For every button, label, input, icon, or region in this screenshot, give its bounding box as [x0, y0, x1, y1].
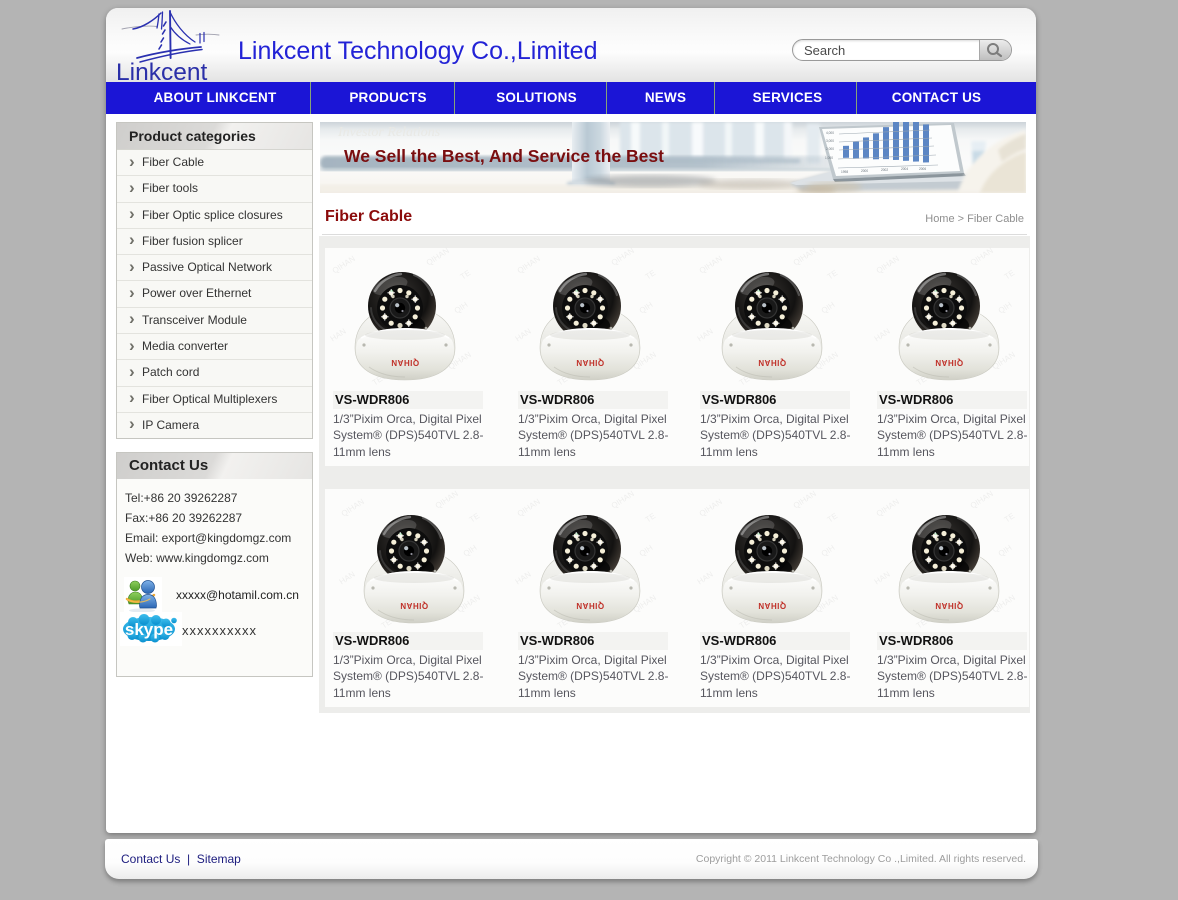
svg-text:2000: 2000 [861, 169, 868, 173]
svg-text:1998: 1998 [841, 170, 848, 174]
svg-text:1,000: 1,000 [825, 156, 833, 160]
svg-text:skype: skype [125, 620, 173, 639]
svg-text:3,000: 3,000 [826, 139, 834, 143]
svg-text:4,000: 4,000 [826, 131, 834, 135]
svg-text:2004: 2004 [901, 167, 908, 171]
svg-text:We Sell the Best, And Service: We Sell the Best, And Service the Best [344, 146, 664, 166]
svg-text:Investor Relations: Investor Relations [337, 125, 441, 140]
svg-text:2002: 2002 [881, 168, 888, 172]
svg-text:2,000: 2,000 [826, 147, 834, 151]
svg-text:2006: 2006 [919, 167, 926, 171]
